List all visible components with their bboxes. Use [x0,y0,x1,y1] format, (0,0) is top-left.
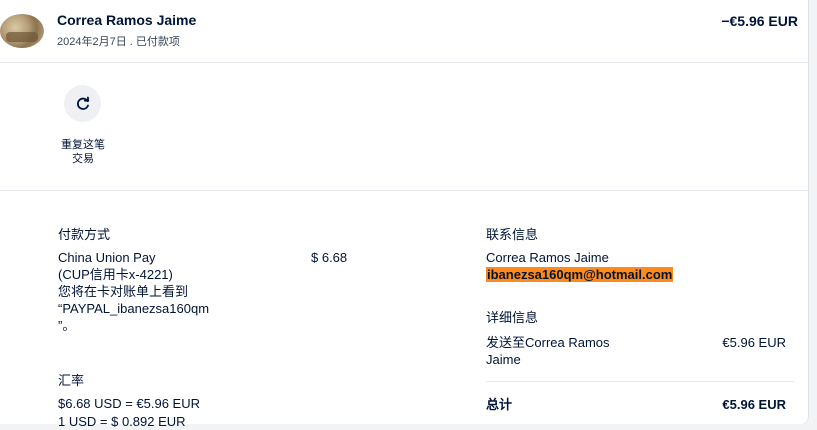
header-divider [0,62,808,63]
payment-method-heading: 付款方式 [58,227,111,242]
details-heading: 详细信息 [486,310,539,325]
payment-line: “PAYPAL_ibanezsa160qm [58,301,210,316]
transaction-amount: −€5.96 EUR [721,13,798,29]
transaction-header[interactable]: Correa Ramos Jaime 2024年2月7日 . 已付款项 −€5.… [0,0,808,62]
transaction-card: Correa Ramos Jaime 2024年2月7日 . 已付款项 −€5.… [0,0,809,429]
contact-email-highlight: ibanezsa160qm@hotmail.com [486,267,674,282]
sent-to-amount: €5.96 EUR [722,335,786,350]
transaction-meta: 2024年2月7日 . 已付款项 [57,36,180,48]
payment-line: (CUP信用卡x-4221) [58,267,173,282]
exchange-rate-heading: 汇率 [58,373,85,388]
refresh-icon [76,96,89,110]
repeat-transaction-label[interactable]: 重复这笔 交易 [57,138,109,166]
contact-heading: 联系信息 [486,227,539,242]
payment-method-amount: $ 6.68 [311,250,348,265]
exchange-rate-line: $6.68 USD = €5.96 EUR [58,396,200,411]
sent-to-label: 发送至Correa Ramos Jaime [486,335,610,367]
merchant-avatar [0,14,44,48]
contact-name: Correa Ramos Jaime [486,250,609,265]
total-label: 总计 [486,397,513,412]
payment-line: ”。 [58,318,76,333]
payment-method-details: China Union Pay (CUP信用卡x-4221) 您将在卡对账单上看… [58,249,268,334]
payment-line: 您将在卡对账单上看到 [58,284,189,299]
actions-divider [0,190,808,191]
payment-line: China Union Pay [58,250,156,265]
merchant-name: Correa Ramos Jaime [57,12,197,28]
total-amount: €5.96 EUR [722,397,786,412]
contact-email[interactable]: ibanezsa160qm@hotmail.com [486,266,674,283]
repeat-transaction-button[interactable] [64,85,101,122]
total-divider [486,381,795,382]
exchange-rate-unit: 1 USD = $ 0.892 EUR [58,414,186,429]
